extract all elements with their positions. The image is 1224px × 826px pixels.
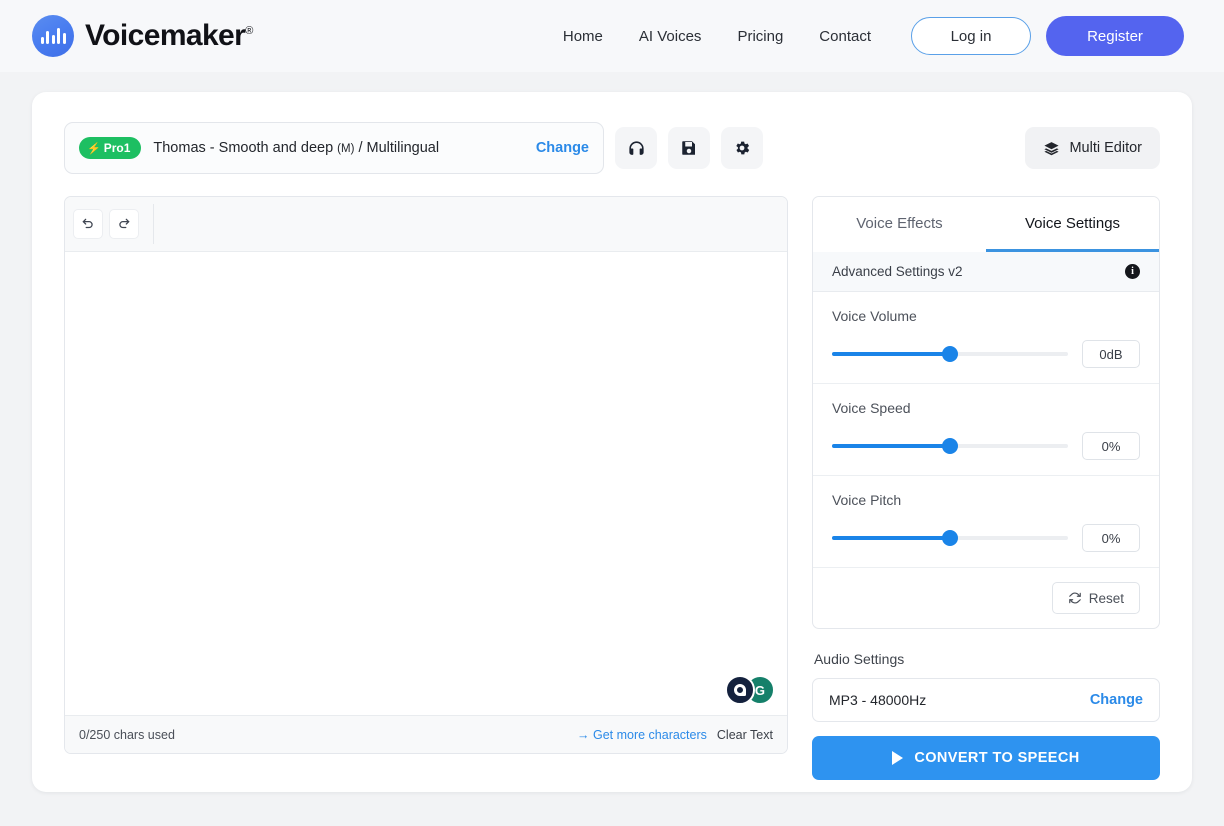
voice-pitch-setting: Voice Pitch 0% [813,476,1159,568]
voice-gender-text: (M) [337,143,354,155]
reset-row: Reset [813,568,1159,628]
voice-pitch-value[interactable]: 0% [1082,524,1140,552]
pro-badge-label: Pro1 [104,141,131,155]
change-voice-link[interactable]: Change [536,140,589,156]
waveform-logo-icon [32,15,74,57]
voice-name-text: Thomas - Smooth and deep [153,140,337,156]
tab-voice-settings[interactable]: Voice Settings [986,197,1159,252]
editor-status-bar: 0/250 chars used → Get more characters C… [65,715,787,753]
multi-editor-button[interactable]: Multi Editor [1025,127,1160,169]
nav-ai-voices[interactable]: AI Voices [621,28,720,45]
redo-arrow-icon [117,217,131,231]
slider-fill [832,444,950,448]
registered-mark: ® [245,25,253,37]
slider-thumb[interactable] [942,346,958,362]
play-icon [892,751,903,765]
get-more-characters-label: Get more characters [593,728,707,742]
status-bar-actions: → Get more characters Clear Text [577,728,773,742]
clear-text-button[interactable]: Clear Text [717,728,773,742]
voice-bar: ⚡ Pro1 Thomas - Smooth and deep (M) / Mu… [64,122,1160,174]
editor-toolbar [65,197,787,252]
audio-settings-heading: Audio Settings [814,651,1160,667]
audio-format-value: MP3 - 48000Hz [829,692,926,708]
change-audio-settings-link[interactable]: Change [1090,692,1143,708]
redo-button[interactable] [109,209,139,239]
settings-panel: Voice Effects Voice Settings Advanced Se… [812,196,1160,780]
settings-tabs: Voice Effects Voice Settings [813,197,1159,252]
voice-volume-slider[interactable] [832,346,1068,362]
convert-to-speech-label: CONVERT TO SPEECH [914,750,1079,766]
nav-pricing[interactable]: Pricing [719,28,801,45]
brand-name-text: Voicemaker [85,19,245,52]
voice-language-text: / Multilingual [354,140,439,156]
speech-bubble-icon [732,682,748,698]
slider-fill [832,352,950,356]
grammarly-g-glyph: G [755,683,765,698]
brand-logo[interactable]: Voicemaker® [32,15,253,57]
voice-pitch-slider[interactable] [832,530,1068,546]
brand-name: Voicemaker® [85,21,253,51]
advanced-settings-label: Advanced Settings v2 [832,264,963,279]
voice-volume-value[interactable]: 0dB [1082,340,1140,368]
site-header: Voicemaker® Home AI Voices Pricing Conta… [0,0,1224,72]
arrow-right-icon: → [577,728,590,742]
login-button[interactable]: Log in [911,17,1031,55]
headphones-icon [627,139,646,158]
voice-volume-setting: Voice Volume 0dB [813,292,1159,384]
voice-settings-card: Voice Effects Voice Settings Advanced Se… [812,196,1160,629]
convert-to-speech-button[interactable]: CONVERT TO SPEECH [812,736,1160,780]
layers-icon [1043,140,1060,157]
char-count-label: 0/250 chars used [79,728,175,742]
undo-button[interactable] [73,209,103,239]
main-card: ⚡ Pro1 Thomas - Smooth and deep (M) / Mu… [32,92,1192,792]
audio-format-box[interactable]: MP3 - 48000Hz Change [812,678,1160,722]
voice-volume-row: 0dB [832,340,1140,368]
multi-editor-label: Multi Editor [1069,140,1142,156]
main-navigation: Home AI Voices Pricing Contact Log in Re… [545,16,1184,56]
reset-label: Reset [1089,591,1124,606]
floppy-disk-icon [680,139,698,157]
settings-button[interactable] [721,127,763,169]
grammarly-badge-icon[interactable] [725,675,755,705]
slider-thumb[interactable] [942,438,958,454]
selected-voice-name: Thomas - Smooth and deep (M) / Multiling… [153,140,439,156]
gear-icon [733,139,751,157]
lightning-bolt-icon: ⚡ [87,142,101,155]
voice-speed-setting: Voice Speed 0% [813,384,1159,476]
voice-speed-value[interactable]: 0% [1082,432,1140,460]
reset-button[interactable]: Reset [1052,582,1140,614]
slider-thumb[interactable] [942,530,958,546]
editor-and-settings: G 0/250 chars used → Get more characters… [64,196,1160,780]
text-editor: G 0/250 chars used → Get more characters… [64,196,788,754]
headphones-button[interactable] [615,127,657,169]
info-icon[interactable]: i [1125,264,1140,279]
toolbar-divider [153,204,154,244]
refresh-icon [1068,591,1082,605]
slider-fill [832,536,950,540]
get-more-characters-link[interactable]: → Get more characters [577,728,707,742]
advanced-settings-row: Advanced Settings v2 i [813,252,1159,292]
undo-arrow-icon [81,217,95,231]
voice-speed-slider[interactable] [832,438,1068,454]
nav-home[interactable]: Home [545,28,621,45]
pro-badge: ⚡ Pro1 [79,137,141,159]
tab-voice-effects[interactable]: Voice Effects [813,197,986,252]
voice-selector[interactable]: ⚡ Pro1 Thomas - Smooth and deep (M) / Mu… [64,122,604,174]
save-button[interactable] [668,127,710,169]
grammar-assistant-badges[interactable]: G [725,675,775,705]
voice-speed-label: Voice Speed [832,400,1140,416]
nav-contact[interactable]: Contact [801,28,889,45]
voice-volume-label: Voice Volume [832,308,1140,324]
text-input-area[interactable] [65,252,787,715]
voice-pitch-label: Voice Pitch [832,492,1140,508]
register-button[interactable]: Register [1046,16,1184,56]
voice-speed-row: 0% [832,432,1140,460]
voice-pitch-row: 0% [832,524,1140,552]
